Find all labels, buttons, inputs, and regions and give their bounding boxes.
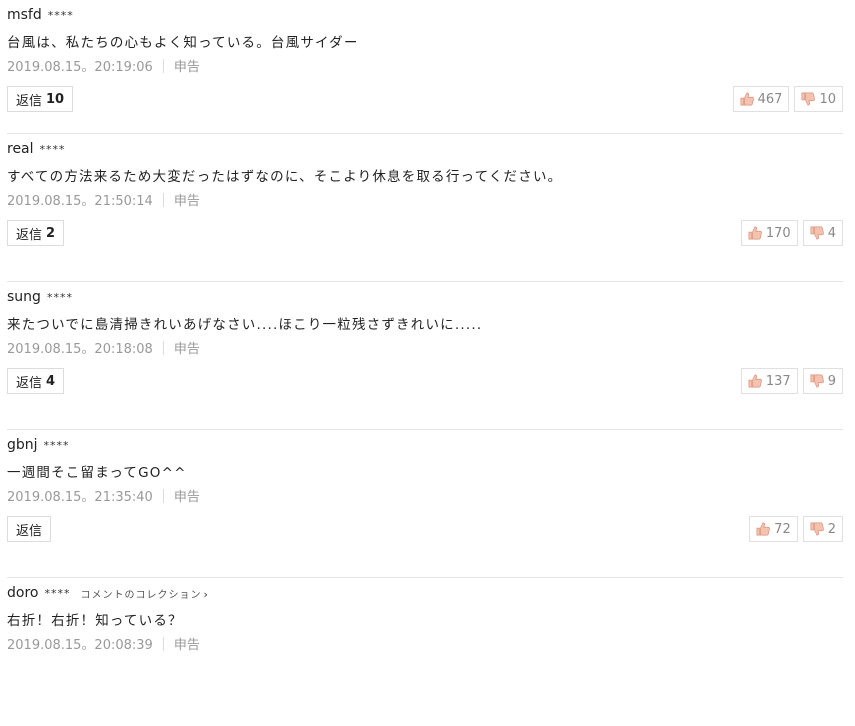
like-count: 170 — [765, 225, 791, 241]
thumbs-up-icon — [748, 226, 762, 240]
username[interactable]: gbnj — [7, 437, 38, 453]
report-link[interactable]: 申告 — [174, 634, 200, 653]
reply-count: 2 — [46, 225, 56, 241]
comment-item: real **** すべての方法来るため大変だったはずなのに、そこより休息を取る… — [7, 134, 843, 282]
comment-user: real **** — [7, 140, 66, 158]
username[interactable]: real — [7, 141, 34, 157]
report-link[interactable]: 申告 — [174, 56, 200, 75]
reply-label: 返信 — [16, 227, 43, 243]
comment-user: gbnj **** — [7, 436, 70, 454]
dislike-button[interactable]: 2 — [802, 516, 843, 542]
dislike-count: 10 — [819, 91, 836, 107]
like-button[interactable]: 170 — [740, 220, 798, 246]
like-button[interactable]: 467 — [732, 86, 790, 112]
comment-text: 一週間そこ留まってGO^^ — [7, 465, 187, 481]
reply-count: 10 — [46, 91, 65, 107]
vote-group: 137 9 — [736, 368, 843, 394]
dislike-button[interactable]: 4 — [802, 220, 843, 246]
thumbs-up-icon — [756, 522, 771, 536]
comment-collection-link[interactable]: コメントのコレクション › — [80, 586, 208, 601]
like-count: 137 — [765, 373, 791, 389]
meta-divider — [162, 340, 164, 355]
username[interactable]: sung — [7, 289, 41, 305]
reply-label: 返信 — [16, 523, 43, 539]
comment-meta: 2019.08.15。21:50:14 申告 — [7, 190, 200, 209]
comment-timestamp: 2019.08.15。20:08:39 — [7, 638, 153, 653]
reply-count: 4 — [46, 373, 56, 389]
meta-divider — [162, 192, 164, 207]
comment-collection-label: コメントのコレクション — [80, 589, 202, 601]
comment-user: sung **** — [7, 288, 73, 306]
vote-group: 467 10 — [728, 86, 843, 112]
thumbs-down-icon — [801, 92, 816, 106]
comment-timestamp: 2019.08.15。21:35:40 — [7, 490, 153, 505]
vote-group: 170 4 — [736, 220, 843, 246]
meta-divider — [162, 636, 164, 651]
vote-group: 72 2 — [744, 516, 843, 542]
comment-item: gbnj **** 一週間そこ留まってGO^^ 2019.08.15。21:35… — [7, 430, 843, 578]
reply-label: 返信 — [16, 375, 43, 391]
username[interactable]: doro — [7, 585, 38, 601]
thumbs-up-icon — [748, 374, 762, 388]
comment-meta: 2019.08.15。20:08:39 申告 — [7, 634, 200, 653]
comment-item: msfd **** 台風は、私たちの心もよく知っている。台風サイダー 2019.… — [7, 0, 843, 134]
thumbs-up-icon — [740, 92, 754, 106]
comment-text: 来たついでに島清掃きれいあげなさい....ほこり一粒残さずきれいに..... — [7, 317, 483, 333]
comment-timestamp: 2019.08.15。20:18:08 — [7, 342, 153, 357]
comment-text: 台風は、私たちの心もよく知っている。台風サイダー — [7, 35, 359, 51]
reply-button[interactable]: 返信 — [7, 516, 52, 542]
dislike-button[interactable]: 10 — [794, 86, 843, 112]
comment-text: すべての方法来るため大変だったはずなのに、そこより休息を取る行ってください。 — [7, 169, 563, 185]
meta-divider — [162, 58, 164, 73]
comment-meta: 2019.08.15。21:35:40 申告 — [7, 486, 200, 505]
comment-timestamp: 2019.08.15。20:19:06 — [7, 60, 153, 75]
like-count: 72 — [774, 521, 791, 537]
report-link[interactable]: 申告 — [174, 486, 200, 505]
comment-text: 右折！右折！知っている？ — [7, 613, 183, 629]
dislike-button[interactable]: 9 — [802, 368, 843, 394]
comment-timestamp: 2019.08.15。21:50:14 — [7, 194, 153, 209]
username-mask: **** — [47, 8, 74, 22]
dislike-count: 4 — [827, 225, 836, 241]
comment-user: doro **** コメントのコレクション › — [7, 584, 209, 602]
username-mask: **** — [46, 290, 73, 304]
comment-item: sung **** 来たついでに島清掃きれいあげなさい....ほこり一粒残さずき… — [7, 282, 843, 430]
report-link[interactable]: 申告 — [174, 338, 200, 357]
thumbs-down-icon — [810, 226, 824, 240]
like-button[interactable]: 72 — [749, 516, 798, 542]
thumbs-down-icon — [810, 522, 824, 536]
like-button[interactable]: 137 — [740, 368, 798, 394]
username-mask: **** — [39, 142, 66, 156]
dislike-count: 9 — [827, 373, 836, 389]
comment-user: msfd **** — [7, 6, 74, 24]
dislike-count: 2 — [827, 521, 836, 537]
like-count: 467 — [757, 91, 783, 107]
username[interactable]: msfd — [7, 7, 42, 23]
reply-button[interactable]: 返信 2 — [7, 220, 65, 246]
report-link[interactable]: 申告 — [174, 190, 200, 209]
reply-label: 返信 — [16, 93, 43, 109]
chevron-right-icon: › — [203, 587, 209, 601]
reply-button[interactable]: 返信 10 — [7, 86, 74, 112]
meta-divider — [162, 488, 164, 503]
reply-button[interactable]: 返信 4 — [7, 368, 65, 394]
username-mask: **** — [43, 438, 70, 452]
thumbs-down-icon — [810, 374, 824, 388]
comment-meta: 2019.08.15。20:18:08 申告 — [7, 338, 200, 357]
comment-item: doro **** コメントのコレクション › 右折！右折！知っている？ 2019… — [7, 578, 843, 726]
username-mask: **** — [44, 586, 71, 600]
comment-meta: 2019.08.15。20:19:06 申告 — [7, 56, 200, 75]
comment-list: msfd **** 台風は、私たちの心もよく知っている。台風サイダー 2019.… — [0, 0, 843, 726]
